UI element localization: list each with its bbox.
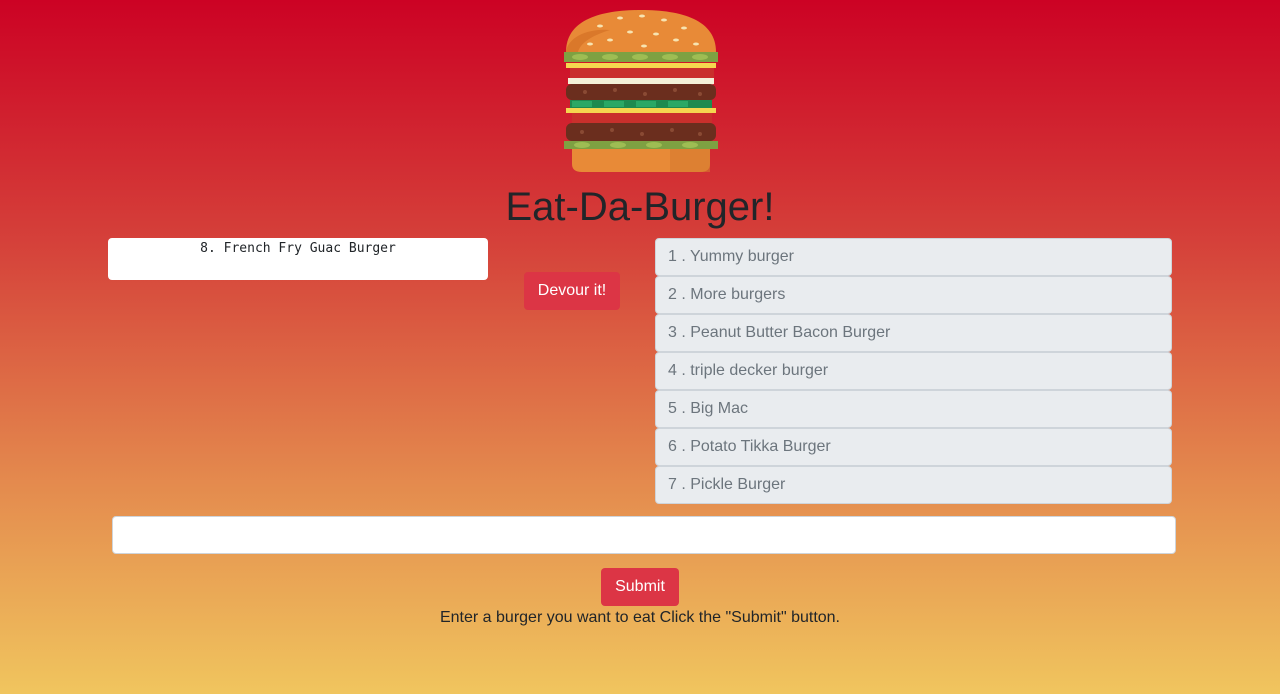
list-item: 1 . Yummy burger [655, 238, 1172, 276]
devoured-burger-list: 1 . Yummy burger 2 . More burgers 3 . Pe… [655, 238, 1172, 504]
devour-button[interactable]: Devour it! [524, 272, 620, 310]
list-item: 6 . Potato Tikka Burger [655, 428, 1172, 466]
page-title: Eat-Da-Burger! [505, 185, 775, 229]
help-text: Enter a burger you want to eat Click the… [439, 609, 840, 626]
uneaten-burger-item: 8. French Fry Guac Burger [200, 241, 396, 256]
list-item: 5 . Big Mac [655, 390, 1172, 428]
list-item: 2 . More burgers [655, 276, 1172, 314]
burger-icon [564, 10, 718, 172]
burger-name-input[interactable] [112, 516, 1176, 554]
uneaten-burger-panel: 8. French Fry Guac Burger [108, 238, 488, 280]
list-item: 3 . Peanut Butter Bacon Burger [655, 314, 1172, 352]
list-item: 7 . Pickle Burger [655, 466, 1172, 504]
list-item: 4 . triple decker burger [655, 352, 1172, 390]
submit-button[interactable]: Submit [601, 568, 679, 606]
